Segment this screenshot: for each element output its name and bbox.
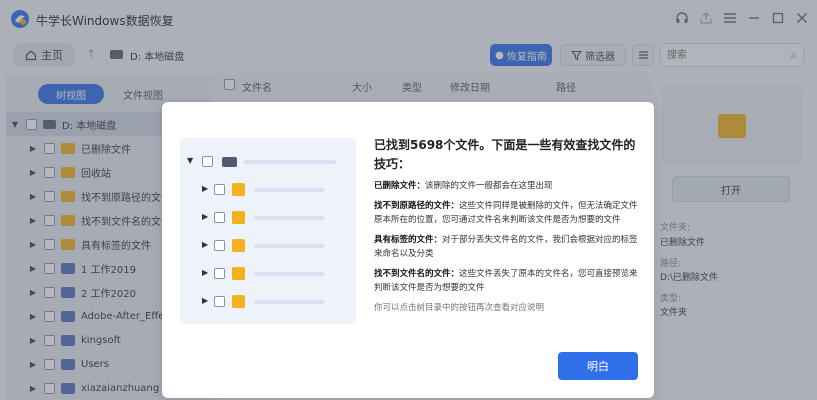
placeholder-line <box>254 244 324 248</box>
placeholder-line <box>254 216 324 220</box>
dialog-title: 已找到5698个文件。下面是一些有效查找文件的技巧： <box>374 138 636 171</box>
checkbox-icon <box>214 268 225 279</box>
dialog-hint: 你可以点击树目录中的按钮再次查看对应说明 <box>374 303 545 313</box>
tip-deleted: 已删除文件：该删除的文件一般都会在这里出现 <box>374 179 642 193</box>
illustration-row: ▶ <box>180 292 356 312</box>
tip-tagged: 具有标签的文件：对于部分丢失文件名的文件，我们会根据对应的标签来命名以及分类 <box>374 233 642 261</box>
checkbox-icon <box>214 212 225 223</box>
checkbox-icon <box>214 296 225 307</box>
folder-icon <box>232 267 245 280</box>
tip-no-name: 找不到文件名的文件：这些文件丢失了原本的文件名，您可直接预览来判断该文件是否为想… <box>374 267 642 295</box>
illustration-row: ▶ <box>180 236 356 256</box>
tip-label: 已删除文件： <box>374 181 426 191</box>
tip-label: 找不到文件名的文件： <box>374 269 460 279</box>
illustration-row: ▶ <box>180 208 356 228</box>
tip-label: 找不到原路径的文件： <box>374 201 460 211</box>
checkbox-icon <box>202 156 213 167</box>
expand-caret-icon: ▶ <box>202 184 209 193</box>
expand-caret-icon: ▼ <box>187 156 194 165</box>
expand-caret-icon: ▶ <box>202 268 209 277</box>
folder-icon <box>232 211 245 224</box>
placeholder-line <box>254 300 324 304</box>
illustration-row: ▶ <box>180 180 356 200</box>
tree-illustration: ▼ ▶ ▶ ▶ ▶ ▶ <box>180 138 356 324</box>
recycle-bin-icon <box>232 295 245 308</box>
expand-caret-icon: ▶ <box>202 240 209 249</box>
illustration-row: ▼ <box>180 152 356 172</box>
tip-label: 具有标签的文件： <box>374 235 443 245</box>
got-it-button[interactable]: 明白 <box>558 352 638 380</box>
disk-icon <box>222 157 237 167</box>
tips-dialog: ▼ ▶ ▶ ▶ ▶ ▶ 已找到5698个文件。下面是一些有效查找文件的技巧： 已… <box>162 102 654 398</box>
placeholder-line <box>244 160 336 164</box>
illustration-row: ▶ <box>180 264 356 284</box>
folder-icon <box>232 183 245 196</box>
tip-text: 该删除的文件一般都会在这里出现 <box>425 181 553 191</box>
placeholder-line <box>254 272 324 276</box>
folder-icon <box>232 239 245 252</box>
checkbox-icon <box>214 184 225 195</box>
tip-no-path: 找不到原路径的文件：这些文件同样是被删除的文件，但无法确定文件原本所在的位置，您… <box>374 199 642 227</box>
expand-caret-icon: ▶ <box>202 296 209 305</box>
checkbox-icon <box>214 240 225 251</box>
placeholder-line <box>254 188 324 192</box>
expand-caret-icon: ▶ <box>202 212 209 221</box>
